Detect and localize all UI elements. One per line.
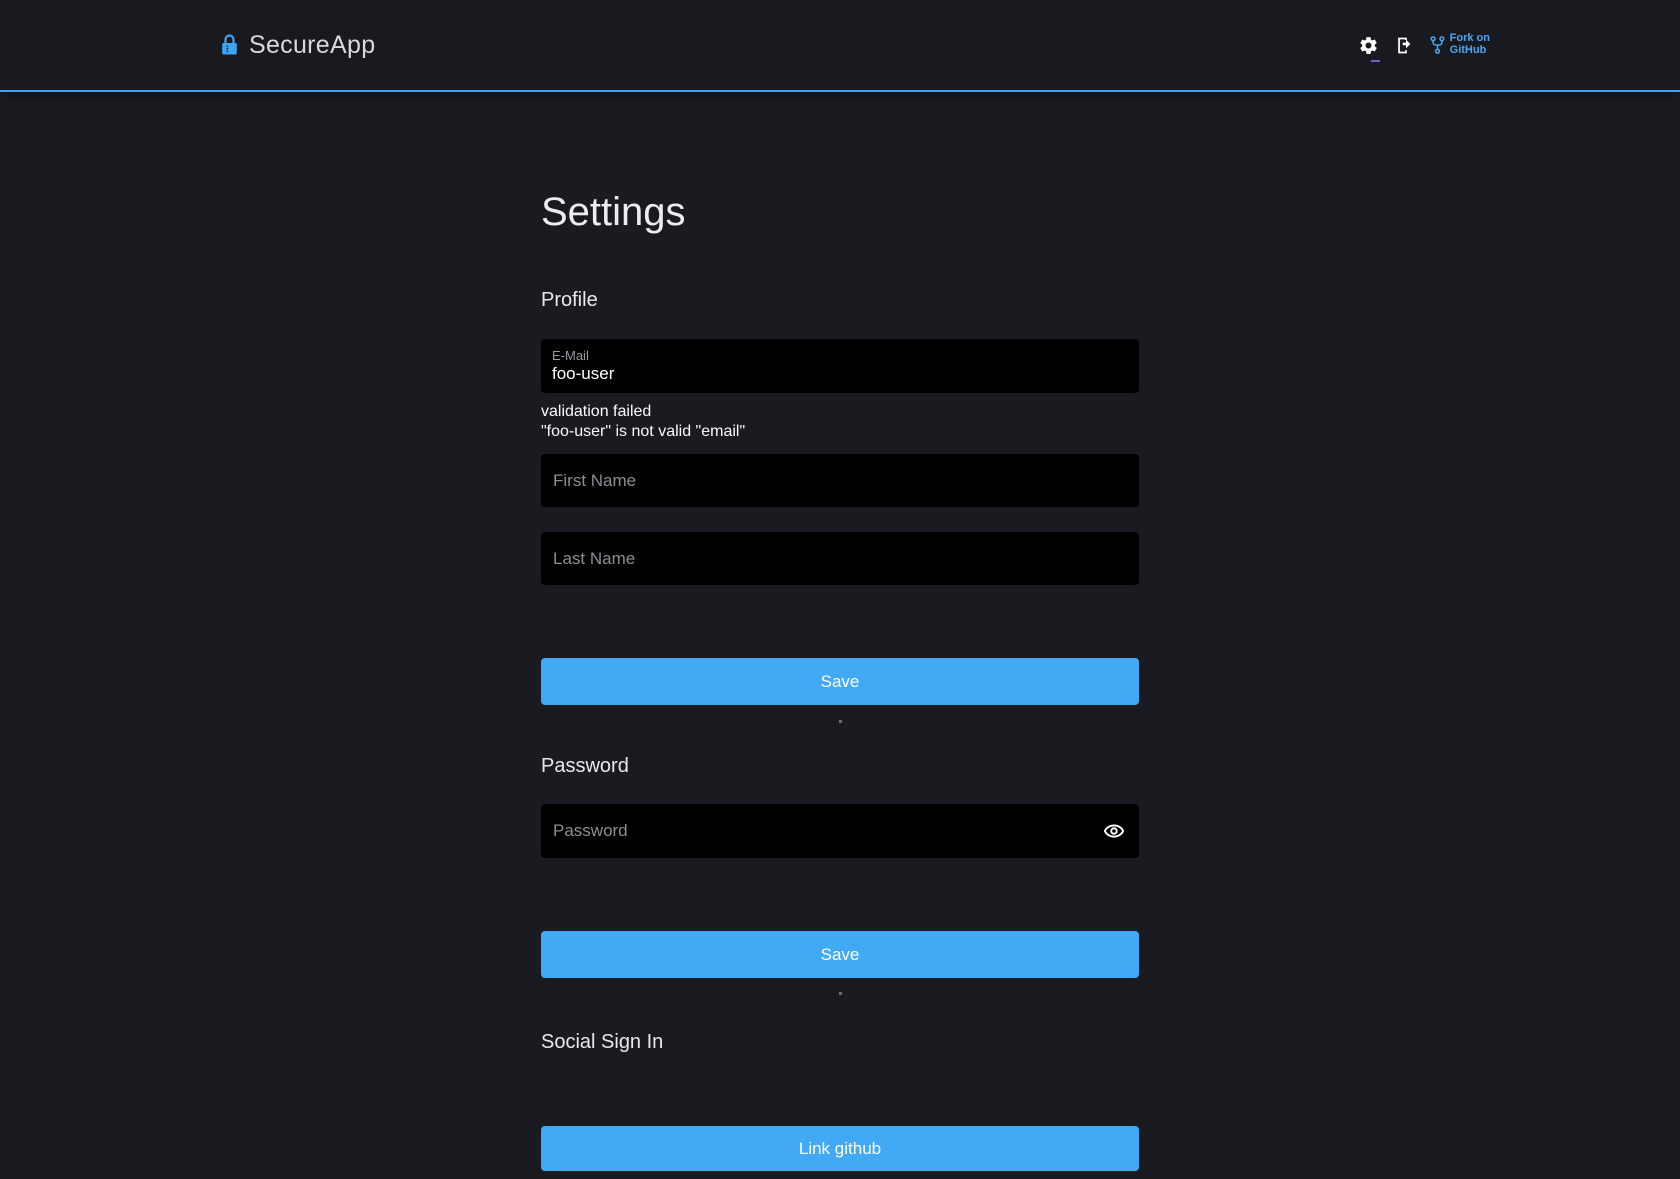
profile-save-button[interactable]: Save <box>541 658 1139 705</box>
settings-active-marker <box>1371 60 1380 62</box>
password-save-button[interactable]: Save <box>541 931 1139 978</box>
password-save-indicator-dot <box>839 992 842 995</box>
logout-icon <box>1395 36 1414 55</box>
first-name-input[interactable] <box>541 454 1139 507</box>
email-label: E-Mail <box>552 348 1128 364</box>
logout-button[interactable] <box>1395 36 1414 55</box>
error-line-2: "foo-user" is not valid "email" <box>541 422 1139 442</box>
header-actions: Fork on GitHub <box>1358 33 1490 57</box>
password-input[interactable] <box>541 804 1139 858</box>
link-github-button[interactable]: Link github <box>541 1126 1139 1171</box>
email-validation-error: validation failed "foo-user" is not vali… <box>541 402 1139 442</box>
profile-section: Profile E-Mail validation failed "foo-us… <box>541 288 1139 723</box>
fork-on-github-link[interactable]: Fork on GitHub <box>1430 33 1490 57</box>
password-section: Password Save <box>541 754 1139 995</box>
toggle-password-visibility-button[interactable] <box>1101 818 1127 844</box>
page-title: Settings <box>541 92 1139 236</box>
email-field[interactable]: E-Mail <box>541 339 1139 393</box>
password-heading: Password <box>541 754 1139 778</box>
email-input[interactable] <box>552 364 1128 384</box>
password-field <box>541 804 1139 858</box>
social-sign-in-heading: Social Sign In <box>541 1030 1139 1054</box>
brand: SecureApp <box>221 31 375 60</box>
lock-icon <box>221 34 238 56</box>
app-title: SecureApp <box>249 31 375 60</box>
eye-icon <box>1103 820 1125 842</box>
social-sign-in-section: Social Sign In Link github <box>541 1030 1139 1171</box>
last-name-input[interactable] <box>541 532 1139 585</box>
profile-heading: Profile <box>541 288 1139 312</box>
settings-page: Settings Profile E-Mail validation faile… <box>541 92 1139 1171</box>
profile-save-indicator-dot <box>839 720 842 723</box>
fork-link-text: Fork on GitHub <box>1450 33 1490 57</box>
git-fork-icon <box>1430 35 1445 55</box>
error-line-1: validation failed <box>541 402 1139 422</box>
settings-button[interactable] <box>1358 35 1379 56</box>
gear-icon <box>1358 35 1379 56</box>
app-header: SecureApp <box>0 0 1680 92</box>
